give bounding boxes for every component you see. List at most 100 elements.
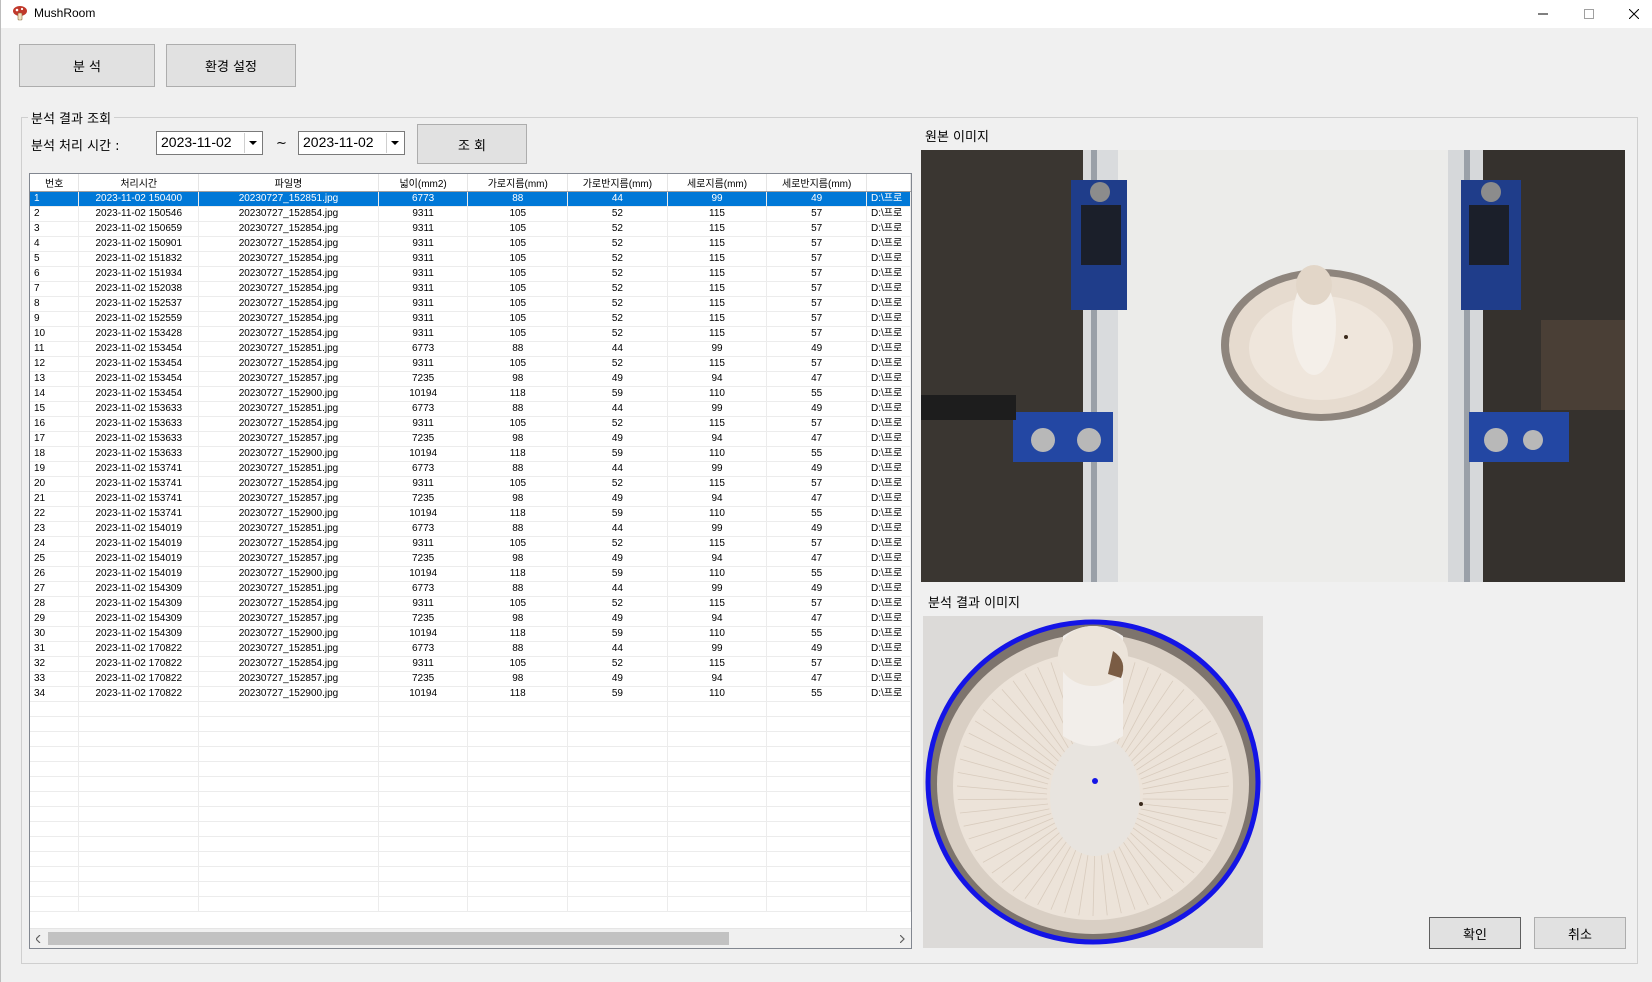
empty-cell <box>78 716 200 732</box>
empty-cell <box>198 896 379 912</box>
table-row[interactable]: 34 2023-11-02 170822 20230727_152900.jpg 10… <box>30 686 911 702</box>
table-row[interactable]: 25 2023-11-02 154019 20230727_152857.jpg 72… <box>30 551 911 567</box>
column-header[interactable]: 번호 <box>30 174 80 192</box>
table-cell: 20230727_152857.jpg <box>198 611 379 627</box>
table-row[interactable]: 27 2023-11-02 154309 20230727_152851.jpg 67… <box>30 581 911 597</box>
table-cell: 49 <box>766 341 867 357</box>
table-cell: 115 <box>667 356 768 372</box>
empty-row <box>30 731 911 747</box>
table-cell: 57 <box>766 236 867 252</box>
horizontal-scrollbar[interactable] <box>30 928 911 948</box>
table-cell: 19 <box>30 461 80 477</box>
empty-cell <box>667 896 768 912</box>
table-cell: 98 <box>467 371 569 387</box>
column-header[interactable]: 처리시간 <box>78 174 200 192</box>
scroll-right-button[interactable] <box>894 929 911 948</box>
table-row[interactable]: 14 2023-11-02 153454 20230727_152900.jpg 10… <box>30 386 911 402</box>
table-row[interactable]: 16 2023-11-02 153633 20230727_152854.jpg 93… <box>30 416 911 432</box>
date-to-picker[interactable]: 2023-11-02 <box>298 131 405 155</box>
table-cell: D:\프로 <box>866 596 911 612</box>
table-cell: D:\프로 <box>866 311 911 327</box>
minimize-button[interactable] <box>1520 0 1566 28</box>
table-cell: 31 <box>30 641 80 657</box>
table-row[interactable]: 3 2023-11-02 150659 20230727_152854.jpg 931… <box>30 221 911 237</box>
table-row[interactable]: 18 2023-11-02 153633 20230727_152900.jpg 10… <box>30 446 911 462</box>
empty-row <box>30 866 911 882</box>
scroll-thumb[interactable] <box>48 932 729 945</box>
table-row[interactable]: 31 2023-11-02 170822 20230727_152851.jpg 67… <box>30 641 911 657</box>
table-cell: D:\프로 <box>866 446 911 462</box>
column-header[interactable]: 가로지름(mm) <box>467 174 569 192</box>
table-cell: D:\프로 <box>866 251 911 267</box>
empty-cell <box>378 821 469 837</box>
column-header[interactable]: 가로반지름(mm) <box>567 174 668 192</box>
table-row[interactable]: 6 2023-11-02 151934 20230727_152854.jpg 931… <box>30 266 911 282</box>
table-row[interactable]: 33 2023-11-02 170822 20230727_152857.jpg 72… <box>30 671 911 687</box>
table-row[interactable]: 4 2023-11-02 150901 20230727_152854.jpg 931… <box>30 236 911 252</box>
table-row[interactable]: 11 2023-11-02 153454 20230727_152851.jpg 67… <box>30 341 911 357</box>
table-row[interactable]: 29 2023-11-02 154309 20230727_152857.jpg 72… <box>30 611 911 627</box>
table-row[interactable]: 23 2023-11-02 154019 20230727_152851.jpg 67… <box>30 521 911 537</box>
table-row[interactable]: 21 2023-11-02 153741 20230727_152857.jpg 72… <box>30 491 911 507</box>
table-cell: 115 <box>667 296 768 312</box>
title-bar[interactable]: MushRoom <box>1 0 1652 28</box>
table-row[interactable]: 13 2023-11-02 153454 20230727_152857.jpg 72… <box>30 371 911 387</box>
results-grid[interactable]: 번호 처리시간 파일명 넓이(mm2) 가로지름(mm) 가로반지름(mm) 세로지름(mm… <box>29 173 912 949</box>
table-cell: 6773 <box>378 521 469 537</box>
original-image <box>921 150 1625 582</box>
table-row[interactable]: 20 2023-11-02 153741 20230727_152854.jpg 93… <box>30 476 911 492</box>
column-header[interactable]: 넓이(mm2) <box>378 174 469 192</box>
table-row[interactable]: 7 2023-11-02 152038 20230727_152854.jpg 931… <box>30 281 911 297</box>
empty-cell <box>378 761 469 777</box>
close-button[interactable] <box>1611 0 1652 28</box>
empty-cell <box>467 881 569 897</box>
empty-cell <box>30 791 80 807</box>
table-cell: 2023-11-02 153454 <box>78 371 200 387</box>
column-header[interactable]: 세로반지름(mm) <box>766 174 867 192</box>
table-row[interactable]: 8 2023-11-02 152537 20230727_152854.jpg 931… <box>30 296 911 312</box>
column-header[interactable] <box>866 174 911 192</box>
empty-cell <box>30 866 80 882</box>
scroll-left-button[interactable] <box>30 929 47 948</box>
confirm-button[interactable]: 확인 <box>1429 917 1521 949</box>
table-row[interactable]: 17 2023-11-02 153633 20230727_152857.jpg 72… <box>30 431 911 447</box>
empty-cell <box>567 866 668 882</box>
column-header[interactable]: 파일명 <box>198 174 379 192</box>
table-row[interactable]: 9 2023-11-02 152559 20230727_152854.jpg 931… <box>30 311 911 327</box>
settings-button[interactable]: 환경 설정 <box>166 44 296 87</box>
date-from-dropdown[interactable] <box>244 133 261 153</box>
cancel-button[interactable]: 취소 <box>1534 917 1626 949</box>
table-cell: 2023-11-02 170822 <box>78 686 200 702</box>
table-row[interactable]: 30 2023-11-02 154309 20230727_152900.jpg 10… <box>30 626 911 642</box>
table-cell: D:\프로 <box>866 416 911 432</box>
table-cell: 49 <box>567 551 668 567</box>
table-row[interactable]: 2 2023-11-02 150546 20230727_152854.jpg 931… <box>30 206 911 222</box>
table-row[interactable]: 22 2023-11-02 153741 20230727_152900.jpg 10… <box>30 506 911 522</box>
date-from-picker[interactable]: 2023-11-02 <box>156 131 263 155</box>
table-row[interactable]: 12 2023-11-02 153454 20230727_152854.jpg 93… <box>30 356 911 372</box>
table-row[interactable]: 24 2023-11-02 154019 20230727_152854.jpg 93… <box>30 536 911 552</box>
table-row[interactable]: 5 2023-11-02 151832 20230727_152854.jpg 931… <box>30 251 911 267</box>
table-row[interactable]: 15 2023-11-02 153633 20230727_152851.jpg 67… <box>30 401 911 417</box>
maximize-button[interactable] <box>1566 0 1612 28</box>
result-photo <box>923 616 1263 948</box>
empty-cell <box>866 881 911 897</box>
table-row[interactable]: 32 2023-11-02 170822 20230727_152854.jpg 93… <box>30 656 911 672</box>
empty-cell <box>866 866 911 882</box>
table-row[interactable]: 10 2023-11-02 153428 20230727_152854.jpg 93… <box>30 326 911 342</box>
empty-cell <box>667 851 768 867</box>
empty-cell <box>78 776 200 792</box>
table-cell: 20230727_152854.jpg <box>198 251 379 267</box>
empty-cell <box>198 776 379 792</box>
center-point <box>1092 778 1098 784</box>
table-row[interactable]: 19 2023-11-02 153741 20230727_152851.jpg 67… <box>30 461 911 477</box>
table-row[interactable]: 28 2023-11-02 154309 20230727_152854.jpg 93… <box>30 596 911 612</box>
column-header[interactable]: 세로지름(mm) <box>667 174 768 192</box>
query-button[interactable]: 조 회 <box>417 124 527 164</box>
group-title: 분석 결과 조회 <box>28 108 115 127</box>
table-row[interactable]: 26 2023-11-02 154019 20230727_152900.jpg 10… <box>30 566 911 582</box>
table-row[interactable]: 1 2023-11-02 150400 20230727_152851.jpg 677… <box>30 191 911 207</box>
date-to-dropdown[interactable] <box>386 133 403 153</box>
analysis-button[interactable]: 분 석 <box>19 44 155 87</box>
table-cell: D:\프로 <box>866 386 911 402</box>
